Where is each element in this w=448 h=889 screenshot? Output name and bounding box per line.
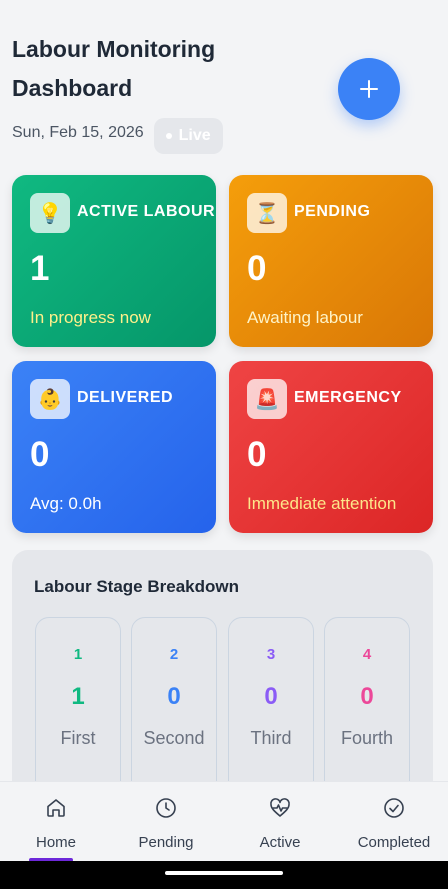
hourglass-icon: ⏳ <box>247 193 287 233</box>
card-subtitle: In progress now <box>30 308 151 327</box>
stage-number: 4 <box>362 646 372 663</box>
card-value: 0 <box>247 435 267 474</box>
home-gesture-handle[interactable] <box>165 871 283 875</box>
page-title: Labour Monitoring Dashboard <box>12 36 216 101</box>
heart-pulse-icon <box>270 798 290 817</box>
card-label: ACTIVE LABOUR <box>77 203 216 220</box>
tab-active[interactable]: Active <box>224 782 336 862</box>
active-labour-card[interactable]: 💡 ACTIVE LABOUR 1 In progress now <box>12 175 216 347</box>
stage-name: First <box>60 728 96 748</box>
live-label: Live <box>178 127 211 144</box>
tab-completed[interactable]: Completed <box>338 782 448 862</box>
card-value: 1 <box>30 249 50 288</box>
tab-pending[interactable]: Pending <box>110 782 222 862</box>
tab-home[interactable]: Home <box>0 782 112 862</box>
stage-number: 3 <box>266 646 276 663</box>
card-label: PENDING <box>294 203 371 220</box>
stage-number: 2 <box>169 646 179 663</box>
card-subtitle: Avg: 0.0h <box>30 494 102 513</box>
stage-number: 1 <box>73 646 83 663</box>
card-label: DELIVERED <box>77 389 174 406</box>
emergency-card[interactable]: 🚨 EMERGENCY 0 Immediate attention <box>229 361 433 533</box>
baby-icon: 👶 <box>30 379 70 419</box>
card-subtitle: Immediate attention <box>247 494 397 513</box>
stage-count: 0 <box>167 683 181 710</box>
siren-icon: 🚨 <box>247 379 287 419</box>
card-value: 0 <box>247 249 267 288</box>
stage-breakdown-panel: Labour Stage Breakdown 1 1 First 2 0 Sec… <box>12 550 433 810</box>
date-text: Sun, Feb 15, 2026 <box>12 124 144 141</box>
live-badge: Live <box>153 118 223 154</box>
add-button[interactable] <box>338 58 400 120</box>
check-circle-icon <box>384 798 404 818</box>
date-row: Sun, Feb 15, 2026 Live <box>12 112 223 154</box>
plus-icon <box>360 80 378 98</box>
stage-count: 0 <box>264 683 278 710</box>
card-value: 0 <box>30 435 50 474</box>
stage-name: Second <box>143 728 205 748</box>
clock-icon <box>156 798 176 818</box>
delivered-card[interactable]: 👶 DELIVERED 0 Avg: 0.0h <box>12 361 216 533</box>
screen: Labour Monitoring Dashboard Sun, Feb 15,… <box>0 0 448 889</box>
stage-count: 0 <box>360 683 374 710</box>
system-nav-bar <box>0 861 448 889</box>
panel-title: Labour Stage Breakdown <box>34 577 239 596</box>
live-dot-icon <box>165 133 172 139</box>
bottom-tab-bar: Home Pending Active Completed <box>0 781 448 862</box>
tab-label: Pending <box>138 834 194 851</box>
stage-name: Fourth <box>340 728 394 748</box>
header: Labour Monitoring Dashboard Sun, Feb 15,… <box>12 30 432 154</box>
stage-count: 1 <box>71 683 85 710</box>
tab-label: Completed <box>357 834 431 851</box>
stage-name: Third <box>250 728 292 748</box>
tab-label: Active <box>259 834 301 851</box>
status-bar <box>0 0 448 8</box>
card-subtitle: Awaiting labour <box>247 308 363 327</box>
pending-card[interactable]: ⏳ PENDING 0 Awaiting labour <box>229 175 433 347</box>
home-icon <box>47 799 65 817</box>
card-label: EMERGENCY <box>294 389 402 406</box>
tab-label: Home <box>35 834 76 851</box>
lightbulb-icon: 💡 <box>30 193 70 233</box>
